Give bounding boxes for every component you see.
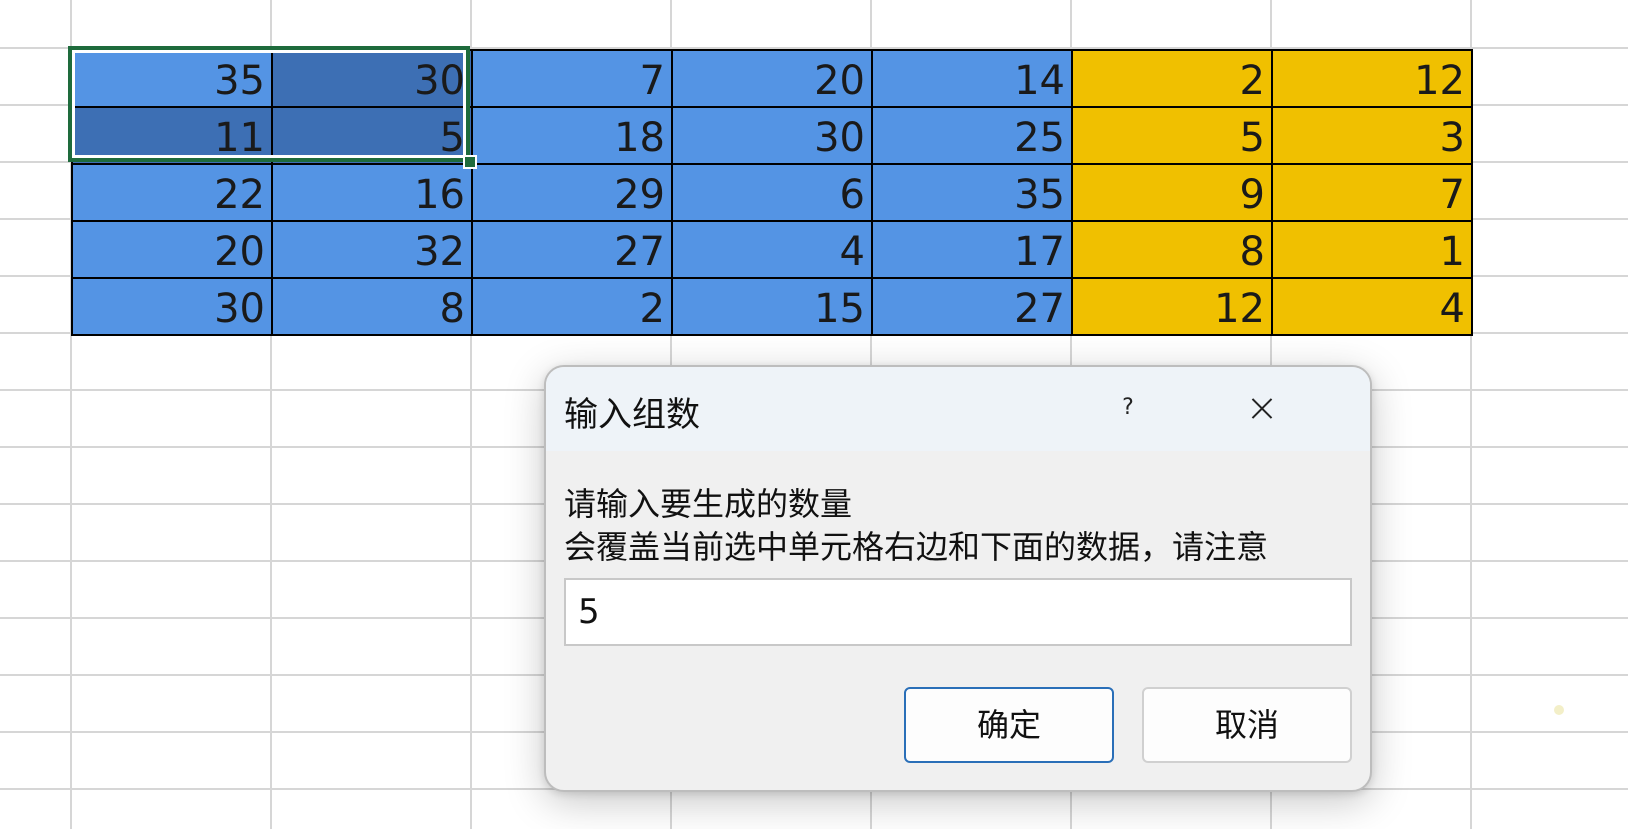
cell[interactable]: 17 [871,220,1073,279]
cell[interactable]: 6 [671,163,873,222]
cell[interactable]: 29 [471,163,673,222]
cell[interactable]: 15 [671,277,873,336]
fill-handle[interactable] [463,155,477,169]
cell[interactable]: 2 [1071,49,1273,108]
cell[interactable]: 30 [71,277,273,336]
cell[interactable]: 4 [671,220,873,279]
cell[interactable]: 3 [1271,106,1473,165]
cell[interactable]: 20 [71,220,273,279]
cell[interactable]: 30 [271,49,473,108]
cell[interactable]: 25 [871,106,1073,165]
data-table: 35 30 7 20 14 2 12 11 5 18 30 25 5 3 22 … [71,49,1473,336]
warning-text: 会覆盖当前选中单元格右边和下面的数据，请注意 [564,528,1269,566]
cell[interactable]: 5 [1071,106,1273,165]
dialog-titlebar[interactable]: 输入组数 ? [546,367,1370,451]
cell[interactable]: 11 [71,106,273,165]
cell[interactable]: 5 [271,106,473,165]
cell[interactable]: 7 [471,49,673,108]
cancel-button[interactable]: 取消 [1142,687,1352,763]
cell[interactable]: 27 [871,277,1073,336]
cell[interactable]: 16 [271,163,473,222]
cell[interactable]: 12 [1071,277,1273,336]
dialog-title: 输入组数 [564,395,700,435]
ok-button[interactable]: 确定 [904,687,1114,763]
table-row: 11 5 18 30 25 5 3 [71,106,1473,165]
cell[interactable]: 14 [871,49,1073,108]
cell[interactable]: 35 [871,163,1073,222]
close-icon[interactable] [1222,381,1302,435]
cell[interactable]: 22 [71,163,273,222]
decorative-dot [1554,705,1564,715]
cell[interactable]: 18 [471,106,673,165]
cell[interactable]: 32 [271,220,473,279]
input-dialog: 输入组数 ? 请输入要生成的数量 会覆盖当前选中单元格右边和下面的数据，请注意 … [544,365,1372,792]
cell[interactable]: 30 [671,106,873,165]
cell[interactable]: 7 [1271,163,1473,222]
cell[interactable]: 8 [1071,220,1273,279]
cell[interactable]: 1 [1271,220,1473,279]
table-row: 30 8 2 15 27 12 4 [71,277,1473,336]
cell[interactable]: 27 [471,220,673,279]
table-row: 22 16 29 6 35 9 7 [71,163,1473,222]
cell[interactable]: 8 [271,277,473,336]
cell[interactable]: 12 [1271,49,1473,108]
group-count-input[interactable] [564,578,1352,646]
cell[interactable]: 20 [671,49,873,108]
table-row: 20 32 27 4 17 8 1 [71,220,1473,279]
table-row: 35 30 7 20 14 2 12 [71,49,1473,108]
cell[interactable]: 9 [1071,163,1273,222]
cell[interactable]: 4 [1271,277,1473,336]
help-button[interactable]: ? [1088,383,1168,433]
cell[interactable]: 35 [71,49,273,108]
cell[interactable]: 2 [471,277,673,336]
prompt-text: 请输入要生成的数量 [564,485,853,523]
